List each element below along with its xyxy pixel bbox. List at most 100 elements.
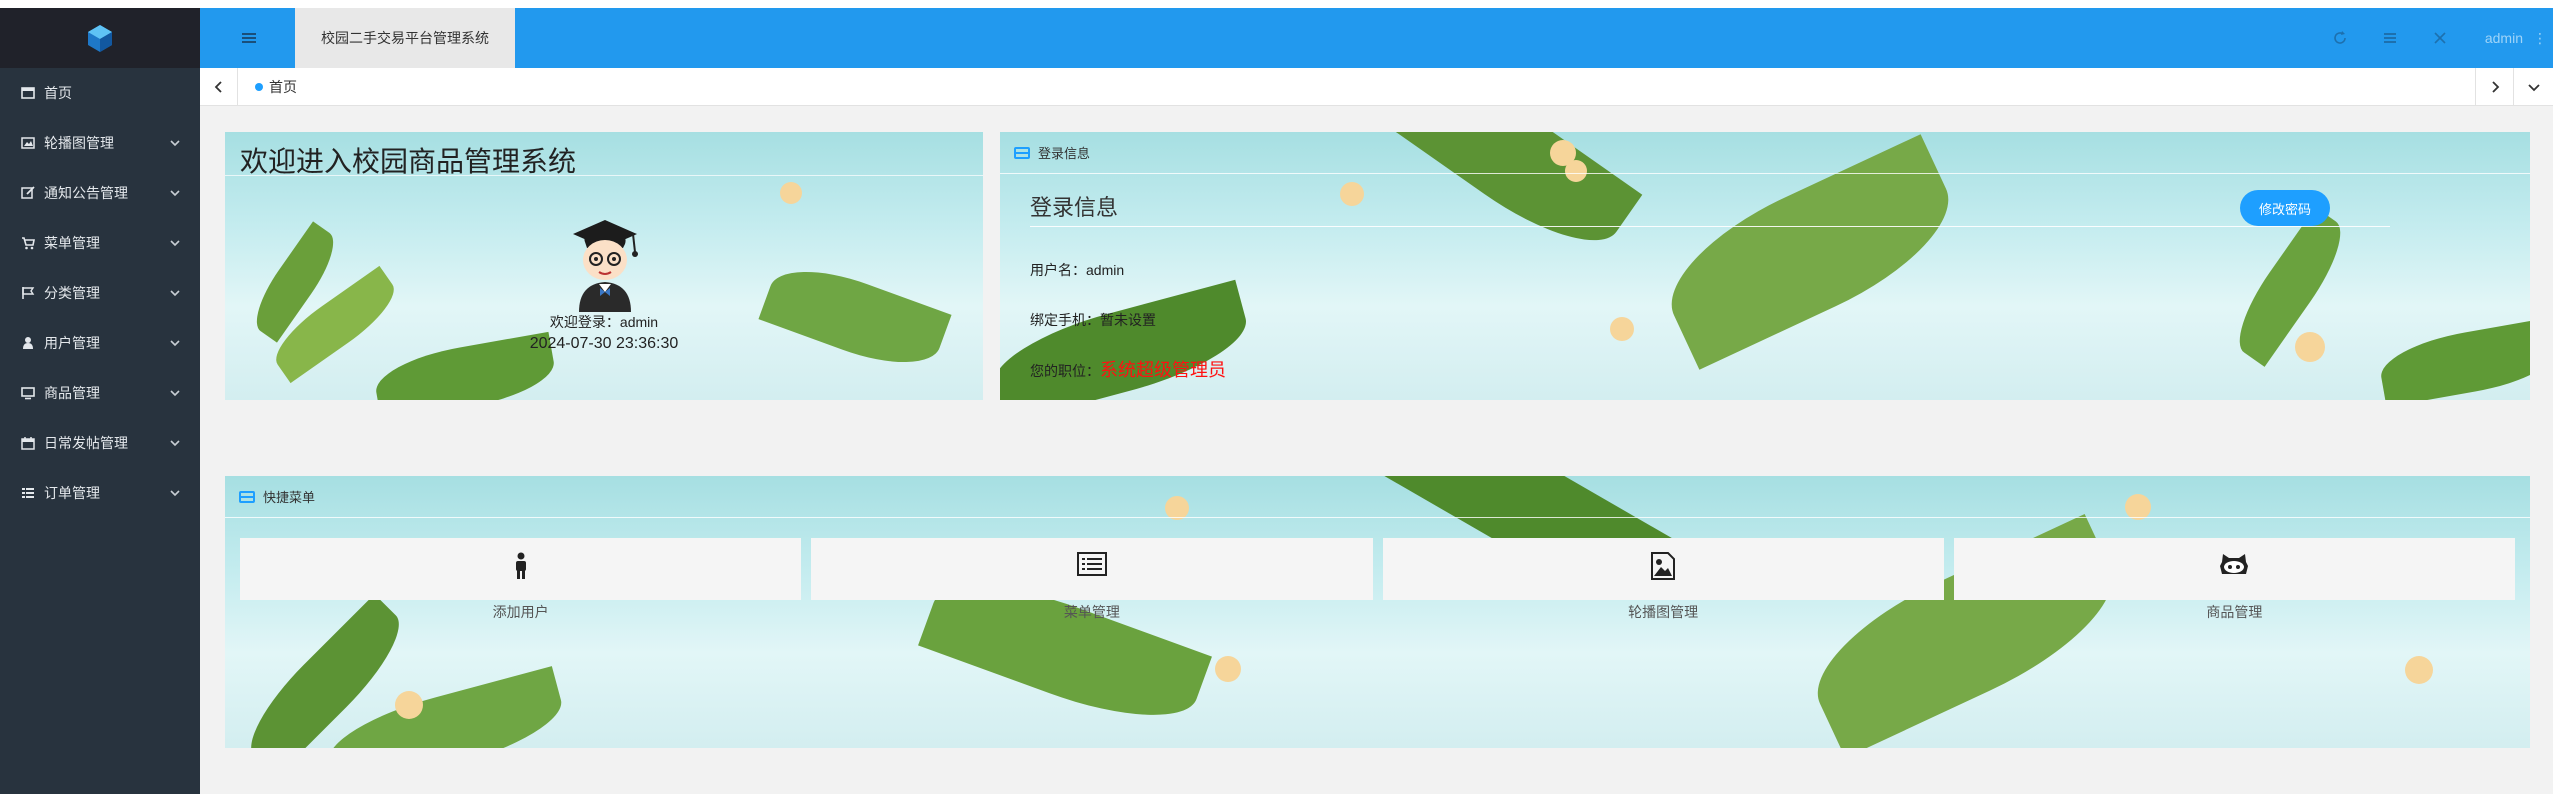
chevron-down-icon — [170, 390, 180, 397]
list-icon — [20, 485, 36, 501]
edit-icon — [20, 185, 36, 201]
home-icon — [20, 85, 36, 101]
more-menu[interactable]: ⋮ — [2533, 30, 2553, 47]
quick-carousel-management[interactable]: 轮播图管理 — [1382, 538, 1944, 620]
tab-home[interactable]: 首页 — [255, 68, 297, 106]
chevron-down-icon — [170, 440, 180, 447]
flower-decoration — [1610, 317, 1634, 341]
tab-bar: 首页 — [200, 68, 2553, 106]
chevron-down-icon — [170, 290, 180, 297]
quick-menu-label: 添加用户 — [492, 604, 549, 620]
logo[interactable] — [0, 8, 200, 68]
calendar-icon — [20, 435, 36, 451]
chevron-down-icon — [2527, 84, 2540, 92]
quick-menu-grid: 添加用户 菜单管理 轮播图管理 商品管理 — [240, 538, 2515, 620]
role-label: 您的职位： — [1030, 363, 1100, 379]
sidebar-item-label: 通知公告管理 — [44, 185, 128, 201]
sidebar-item-orders[interactable]: 订单管理 — [0, 468, 200, 518]
picture-icon — [1651, 552, 1676, 580]
username-row: 用户名：admin — [1030, 262, 1125, 278]
sidebar-item-label: 轮播图管理 — [44, 135, 114, 151]
flower-decoration — [780, 182, 802, 204]
flower-decoration — [2405, 656, 2433, 684]
card-icon — [239, 490, 255, 503]
sidebar-item-goods[interactable]: 商品管理 — [0, 368, 200, 418]
chevron-down-icon — [170, 240, 180, 247]
card-header-label: 登录信息 — [1038, 146, 1091, 161]
sidebar-item-label: 分类管理 — [44, 285, 100, 301]
chevron-right-icon — [2491, 81, 2499, 93]
app-title-tab[interactable]: 校园二手交易平台管理系统 — [295, 8, 515, 68]
refresh-icon[interactable] — [2315, 8, 2365, 68]
welcome-greeting: 欢迎登录：admin — [549, 314, 659, 330]
avatar — [573, 220, 638, 312]
flag-icon — [20, 285, 36, 301]
quick-menu-header: 快捷菜单 — [225, 476, 2530, 518]
chevron-down-icon — [170, 340, 180, 347]
welcome-card: 欢迎进入校园商品管理系统 欢迎登录：admin 2024-07-30 23:36… — [225, 132, 983, 400]
quick-add-user[interactable]: 添加用户 — [240, 538, 802, 620]
active-dot — [255, 83, 263, 91]
login-info-header: 登录信息 — [1000, 132, 2530, 174]
card-header-label: 快捷菜单 — [263, 490, 316, 505]
chevron-down-icon — [170, 190, 180, 197]
divider — [225, 175, 983, 176]
sidebar-item-label: 日常发帖管理 — [44, 435, 128, 451]
welcome-title: 欢迎进入校园商品管理系统 — [240, 146, 577, 177]
top-header: 校园二手交易平台管理系统 admin ⋮ — [200, 8, 2553, 68]
quick-goods-management[interactable]: 商品管理 — [1953, 538, 2515, 620]
sidebar-item-label: 订单管理 — [44, 485, 100, 501]
sidebar-item-carousel[interactable]: 轮播图管理 — [0, 118, 200, 168]
main-content: 欢迎进入校园商品管理系统 欢迎登录：admin 2024-07-30 23:36… — [200, 106, 2553, 794]
sidebar-item-menu[interactable]: 菜单管理 — [0, 218, 200, 268]
sidebar-item-label: 商品管理 — [44, 385, 100, 401]
tab-scroll-left-button[interactable] — [200, 68, 238, 106]
sidebar: 首页 轮播图管理 通知公告管理 菜单管理 分类管理 用户管理 商品管理 日常发帖… — [0, 8, 200, 794]
fullscreen-icon[interactable] — [2415, 8, 2465, 68]
github-icon — [2220, 554, 2249, 574]
role-value: 系统超级管理员 — [1100, 360, 1226, 380]
sidebar-item-home[interactable]: 首页 — [0, 68, 200, 118]
quick-menu-label: 商品管理 — [2206, 604, 2263, 620]
person-icon — [515, 552, 526, 579]
sidebar-item-label: 用户管理 — [44, 335, 100, 351]
flower-decoration — [2295, 332, 2325, 362]
logo-icon — [88, 25, 112, 52]
list-icon — [1076, 552, 1107, 576]
leaf-decoration — [2223, 207, 2357, 367]
divider — [1030, 226, 2390, 227]
tab-options-button[interactable] — [2513, 68, 2553, 106]
sidebar-item-user[interactable]: 用户管理 — [0, 318, 200, 368]
welcome-datetime: 2024-07-30 23:36:30 — [529, 335, 679, 352]
change-password-button[interactable]: 修改密码 — [2240, 190, 2330, 226]
hamburger-icon[interactable] — [240, 30, 258, 46]
card-icon — [1014, 146, 1030, 159]
tab-scroll-right-button[interactable] — [2475, 68, 2513, 106]
chevron-left-icon — [214, 81, 222, 93]
cart-icon — [20, 235, 36, 251]
role-row: 您的职位：系统超级管理员 — [1030, 356, 1226, 382]
user-menu[interactable]: admin — [2465, 30, 2533, 46]
header-actions: admin ⋮ — [2315, 8, 2553, 68]
user-icon — [20, 335, 36, 351]
sidebar-item-posts[interactable]: 日常发帖管理 — [0, 418, 200, 468]
login-info-card: 登录信息 登录信息 修改密码 用户名：admin 绑定手机：暂未设置 您的职位：… — [1000, 132, 2530, 400]
leaf-decoration — [2376, 316, 2530, 400]
tab-label: 首页 — [269, 79, 297, 95]
quick-menu-label: 菜单管理 — [1063, 604, 1120, 620]
menu-list-icon[interactable] — [2365, 8, 2415, 68]
login-info-title: 登录信息 — [1030, 195, 1119, 220]
quick-menu-management[interactable]: 菜单管理 — [811, 538, 1373, 620]
chevron-down-icon — [170, 140, 180, 147]
flower-decoration — [1215, 656, 1241, 682]
image-icon — [20, 135, 36, 151]
sidebar-item-notice[interactable]: 通知公告管理 — [0, 168, 200, 218]
quick-menu-card: 快捷菜单 添加用户 菜单管理 轮播图管理 商品管理 — [225, 476, 2530, 748]
sidebar-item-category[interactable]: 分类管理 — [0, 268, 200, 318]
monitor-icon — [20, 385, 36, 401]
quick-menu-label: 轮播图管理 — [1628, 604, 1699, 620]
flower-decoration — [395, 691, 423, 719]
sidebar-item-label: 首页 — [44, 85, 72, 101]
chevron-down-icon — [170, 490, 180, 497]
top-strip — [0, 0, 2553, 8]
